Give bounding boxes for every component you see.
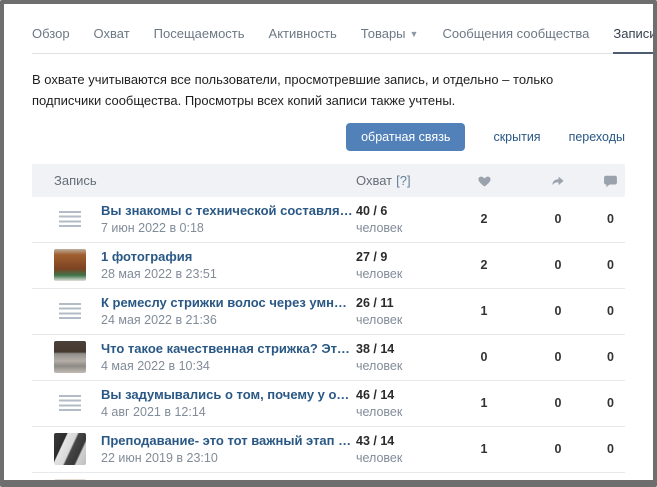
post-cell: К ремеслу стрижки волос через умный, ...… [54,295,356,327]
tab-1[interactable]: Обзор▼ [32,26,70,41]
table-row: Преподавание- это тот важный этап в п...… [32,427,625,473]
post-cell: 1 фотография 6 июн 2019 в 8:52 [54,479,356,487]
stats-window: Обзор▼ Охват▼ Посещаемость▼ Активность▼ Това… [0,0,657,487]
comments-count: 0 [596,212,625,226]
filter-buttons: обратная связь скрытия переходы [32,123,625,151]
transitions-filter-button[interactable]: переходы [569,130,625,144]
post-cell: 1 фотография 28 мая 2022 в 23:51 [54,249,356,281]
table-row: К ремеслу стрижки волос через умный, ...… [32,289,625,335]
table-row: Вы задумывались о том, почему у одно... … [32,381,625,427]
reach-unit: человек [356,451,448,465]
chevron-down-icon: ▼ [410,29,419,39]
post-thumbnail [54,433,86,465]
post-title-link[interactable]: К ремеслу стрижки волос через умный, ... [101,295,356,310]
post-title-link[interactable]: Преподавание- это тот важный этап в п... [101,433,356,448]
reach-value: 38 / 13 [356,480,448,487]
comments-count: 0 [596,304,625,318]
post-title-link[interactable]: Вы задумывались о том, почему у одно... [101,387,356,402]
reach-unit: человек [356,405,448,419]
reach-cell: 27 / 9 человек [356,250,448,281]
tab-3[interactable]: Посещаемость▼ [154,26,245,41]
reach-unit: человек [356,313,448,327]
text-post-icon [59,211,81,227]
reach-cell: 26 / 11 человек [356,296,448,327]
reach-cell: 43 / 14 человек [356,434,448,465]
reach-cell: 46 / 14 человек [356,388,448,419]
reach-description: В охвате учитываются все пользователи, п… [32,70,625,112]
post-title-link[interactable]: 1 фотография [101,479,204,487]
shares-column-header [520,172,596,188]
table-row: 1 фотография 28 мая 2022 в 23:51 27 / 9 … [32,243,625,289]
table-row: Вы знакомы с технической составляю... 7 … [32,197,625,243]
reach-value: 40 / 6 [356,204,448,218]
comments-count: 0 [596,442,625,456]
shares-count: 0 [520,304,596,318]
shares-count: 0 [520,350,596,364]
heart-icon [477,174,492,188]
likes-count: 1 [448,442,520,456]
comments-column-header [596,172,625,188]
reach-value: 38 / 14 [356,342,448,356]
post-thumbnail [54,479,86,487]
likes-count: 1 [448,304,520,318]
reach-help-link[interactable]: [?] [396,173,410,188]
likes-count: 2 [448,258,520,272]
reach-value: 46 / 14 [356,388,448,402]
reach-cell: 38 / 14 человек [356,342,448,373]
likes-column-header [448,172,520,188]
shares-count: 0 [520,258,596,272]
tab-4[interactable]: Активность▼ [269,26,337,41]
comment-icon [603,174,618,188]
post-thumbnail [54,249,86,281]
tab-2[interactable]: Охват▼ [94,26,130,41]
post-cell: Преподавание- это тот важный этап в п...… [54,433,356,465]
reach-unit: человек [356,359,448,373]
reach-column-header: Охват[?] [356,173,448,188]
post-cell: Вы знакомы с технической составляю... 7 … [54,203,356,235]
post-title-link[interactable]: 1 фотография [101,249,217,264]
likes-count: 1 [448,396,520,410]
tab-5[interactable]: Товары▼ [361,26,419,41]
likes-count: 0 [448,350,520,364]
tab-7[interactable]: Записи▼ [613,26,656,41]
post-date: 28 мая 2022 в 23:51 [101,267,217,281]
post-title-link[interactable]: Вы знакомы с технической составляю... [101,203,356,218]
likes-count: 2 [448,212,520,226]
posts-table: Запись Охват[?] Вы знакомы с технической… [32,164,625,487]
post-title-link[interactable]: Что такое качественная стрижка? Это с... [101,341,356,356]
reach-cell: 40 / 6 человек [356,204,448,235]
post-date: 7 июн 2022 в 0:18 [101,221,356,235]
posts-table-header: Запись Охват[?] [32,164,625,197]
reach-value: 27 / 9 [356,250,448,264]
posts-table-body: Вы знакомы с технической составляю... 7 … [32,197,625,487]
shares-count: 0 [520,396,596,410]
feedback-filter-button[interactable]: обратная связь [346,123,465,151]
reach-cell: 38 / 13 человек [356,480,448,487]
reach-value: 43 / 14 [356,434,448,448]
post-column-header: Запись [54,173,356,188]
table-row: Что такое качественная стрижка? Это с...… [32,335,625,381]
share-icon [550,174,566,188]
hidden-filter-button[interactable]: скрытия [493,130,540,144]
reach-value: 26 / 11 [356,296,448,310]
post-date: 22 июн 2019 в 23:10 [101,451,356,465]
reach-unit: человек [356,221,448,235]
comments-count: 0 [596,350,625,364]
post-cell: Что такое качественная стрижка? Это с...… [54,341,356,373]
comments-count: 0 [596,396,625,410]
stats-tabbar: Обзор▼ Охват▼ Посещаемость▼ Активность▼ Това… [32,4,625,54]
post-date: 4 мая 2022 в 10:34 [101,359,356,373]
post-cell: Вы задумывались о том, почему у одно... … [54,387,356,419]
comments-count: 0 [596,258,625,272]
shares-count: 0 [520,212,596,226]
text-post-icon [59,395,81,411]
tab-6[interactable]: Сообщения сообщества▼ [442,26,589,41]
text-post-icon [59,303,81,319]
post-date: 24 мая 2022 в 21:36 [101,313,356,327]
table-row: 1 фотография 6 июн 2019 в 8:52 38 / 13 ч… [32,473,625,487]
post-thumbnail [54,341,86,373]
reach-unit: человек [356,267,448,281]
shares-count: 0 [520,442,596,456]
post-date: 4 авг 2021 в 12:14 [101,405,356,419]
